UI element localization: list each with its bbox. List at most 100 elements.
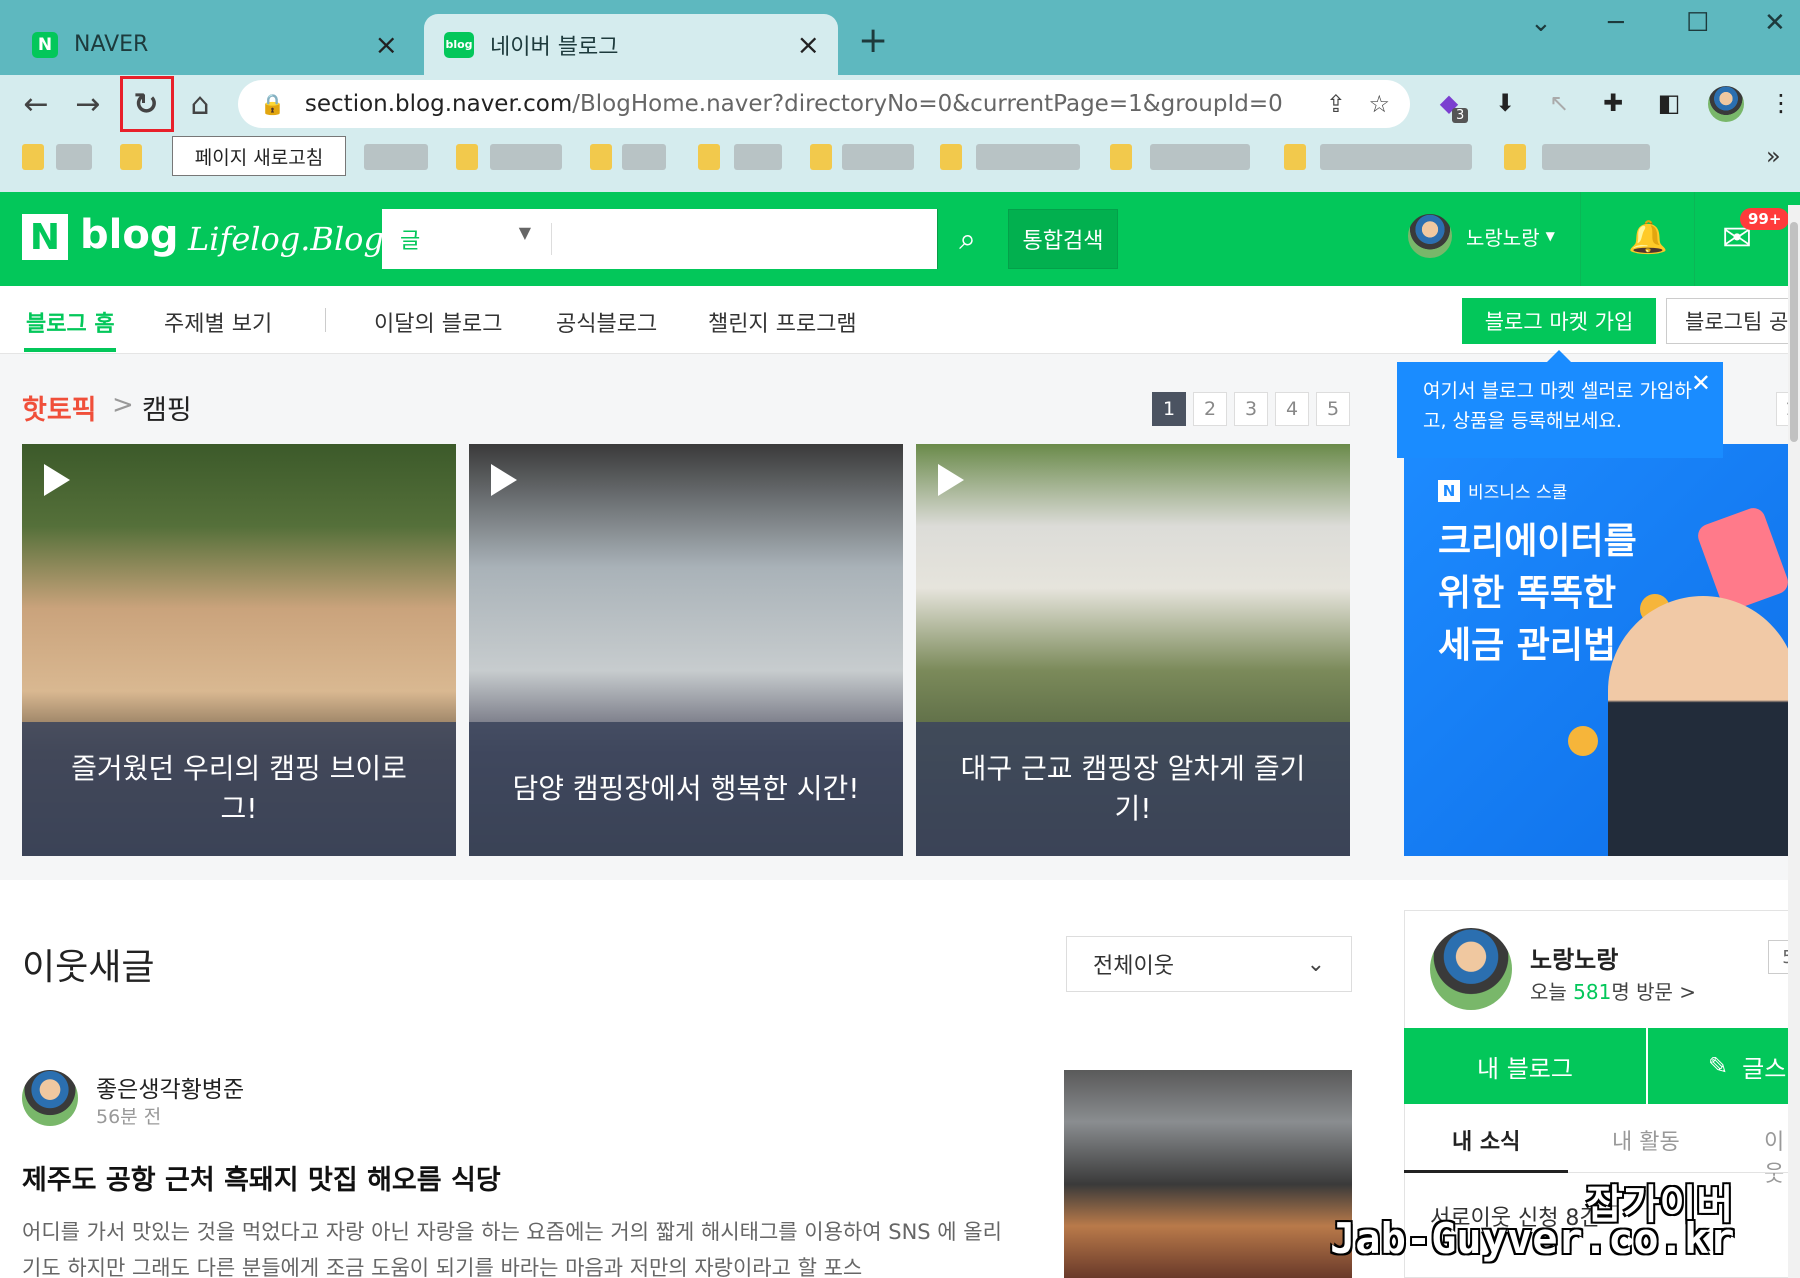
bookmark-item[interactable] — [734, 144, 782, 170]
author-avatar[interactable] — [22, 1070, 78, 1126]
download-icon[interactable]: ⬇ — [1488, 86, 1522, 120]
write-label: 글스 — [1742, 1054, 1787, 1083]
bookmark-folder-icon[interactable] — [22, 144, 44, 170]
bookmark-folder-icon[interactable] — [1284, 144, 1306, 170]
bookmark-item[interactable] — [1320, 144, 1472, 170]
cursor-extension-icon[interactable]: ↖ — [1542, 86, 1576, 120]
page-4[interactable]: 4 — [1275, 392, 1309, 426]
page-5[interactable]: 5 — [1316, 392, 1350, 426]
profile-avatar[interactable] — [1430, 928, 1512, 1010]
blog-favicon-icon: blog — [444, 31, 474, 58]
hot-topic-card[interactable]: 즐거웠던 우리의 캠핑 브이로그! — [22, 444, 456, 856]
bookmark-folder-icon[interactable] — [1504, 144, 1526, 170]
play-icon — [938, 464, 964, 496]
back-arrow-icon[interactable]: ← — [16, 84, 56, 124]
side-panel-icon[interactable]: ◧ — [1652, 86, 1686, 120]
close-icon[interactable]: ✕ — [1691, 368, 1711, 398]
bookmark-folder-icon[interactable] — [940, 144, 962, 170]
new-tab-button[interactable]: + — [858, 20, 888, 61]
user-menu[interactable]: 노랑노랑 ▼ — [1408, 214, 1555, 258]
forward-arrow-icon[interactable]: → — [68, 84, 108, 124]
subnav-official-blog[interactable]: 공식블로그 — [556, 306, 657, 338]
user-name: 노랑노랑 — [1466, 225, 1540, 250]
bookmark-folder-icon[interactable] — [120, 144, 142, 170]
address-bar[interactable]: 🔒 section.blog.naver.com/BlogHome.naver?… — [238, 80, 1410, 128]
url-host: section.blog.naver.com — [304, 91, 573, 117]
star-icon[interactable]: ☆ — [1368, 90, 1390, 118]
hot-topic-label[interactable]: 핫토픽 — [22, 388, 97, 427]
tab-naver[interactable]: N NAVER × — [16, 14, 416, 75]
bookmark-item[interactable] — [1150, 144, 1250, 170]
play-icon — [491, 464, 517, 496]
write-button[interactable]: ✎ 글스 — [1648, 1028, 1800, 1104]
hot-topic-card[interactable]: 담양 캠핑장에서 행복한 시간! — [469, 444, 903, 856]
tab-my-news[interactable]: 내 소식 — [1452, 1124, 1520, 1156]
visit-count[interactable]: 오늘 581명 방문 > — [1530, 976, 1696, 1005]
window-close-icon[interactable]: ✕ — [1764, 8, 1786, 38]
lifelog-logo[interactable]: Lifelog.Blog — [188, 220, 384, 258]
reload-icon[interactable]: ↻ — [126, 84, 166, 124]
share-icon[interactable]: ⇪ — [1326, 90, 1346, 118]
hot-topic-card[interactable]: 대구 근교 캠핑장 알차게 즐기기! — [916, 444, 1350, 856]
search-button[interactable]: ⌕ — [937, 209, 997, 269]
tab-my-activity[interactable]: 내 활동 — [1612, 1124, 1680, 1156]
tab-naver-blog[interactable]: blog 네이버 블로그 × — [424, 14, 838, 75]
bookmark-folder-icon[interactable] — [1110, 144, 1132, 170]
page-3[interactable]: 3 — [1234, 392, 1268, 426]
bell-icon[interactable]: 🔔 — [1628, 218, 1668, 256]
headline-line: 크리에이터를 — [1438, 521, 1637, 562]
hot-topic-category: 캠핑 — [142, 395, 192, 426]
minimize-icon[interactable]: ─ — [1608, 8, 1624, 38]
bookmark-item[interactable] — [976, 144, 1080, 170]
neighbor-filter-select[interactable]: 전체이웃 ⌄ — [1066, 936, 1352, 992]
close-icon[interactable]: × — [797, 28, 820, 61]
page-1[interactable]: 1 — [1152, 392, 1186, 426]
bookmark-folder-icon[interactable] — [456, 144, 478, 170]
subnav-challenge[interactable]: 챌린지 프로그램 — [708, 306, 857, 338]
blog-logo[interactable]: blog — [80, 212, 178, 258]
blog-market-join-button[interactable]: 블로그 마켓 가입 — [1462, 298, 1656, 344]
search-category-label: 글 — [400, 229, 421, 254]
scrollbar-thumb[interactable] — [1790, 222, 1798, 442]
bookmark-item[interactable] — [842, 144, 914, 170]
maximize-icon[interactable]: ☐ — [1686, 8, 1709, 38]
search-category-select[interactable]: 글 ▼ — [382, 223, 552, 255]
bookmark-item[interactable] — [622, 144, 666, 170]
my-blog-button[interactable]: 내 블로그 — [1404, 1028, 1646, 1104]
watermark-url: Jab-Guyver.co.kr — [1330, 1214, 1735, 1263]
bookmark-folder-icon[interactable] — [590, 144, 612, 170]
bookmark-item[interactable] — [364, 144, 428, 170]
visit-number: 581 — [1573, 980, 1612, 1004]
profile-name[interactable]: 노랑노랑 — [1530, 940, 1618, 975]
card-title: 담양 캠핑장에서 행복한 시간! — [469, 722, 903, 856]
bookmark-folder-icon[interactable] — [810, 144, 832, 170]
search-input[interactable] — [552, 209, 937, 269]
total-search-button[interactable]: 통합검색 — [1008, 209, 1118, 269]
naver-logo[interactable]: N — [22, 214, 68, 260]
divider — [1580, 192, 1581, 286]
post-author[interactable]: 좋은생각황병준 — [96, 1070, 244, 1104]
promo-banner[interactable]: N 비즈니스 스쿨 크리에이터를 위한 똑똑한 세금 관리법 — [1404, 444, 1788, 856]
page-2[interactable]: 2 — [1193, 392, 1227, 426]
tab-search-icon[interactable]: ⌄ — [1530, 8, 1552, 38]
blog-team-button[interactable]: 블로그팀 공 — [1666, 298, 1800, 344]
subnav-topics[interactable]: 주제별 보기 — [164, 306, 272, 338]
more-bookmarks-icon[interactable]: » — [1766, 142, 1781, 170]
neighbors-title: 이웃새글 — [22, 947, 155, 988]
menu-icon[interactable]: ⋮ — [1764, 86, 1798, 120]
profile-avatar[interactable] — [1708, 86, 1744, 122]
bookmark-item[interactable] — [490, 144, 562, 170]
bookmark-folder-icon[interactable] — [698, 144, 720, 170]
puzzle-icon[interactable]: ✚ — [1596, 86, 1630, 120]
close-icon[interactable]: × — [375, 28, 398, 61]
market-tooltip: 여기서 블로그 마켓 셀러로 가입하고, 상품을 등록해보세요. ✕ — [1397, 350, 1723, 458]
card-title: 대구 근교 캠핑장 알차게 즐기기! — [916, 722, 1350, 856]
post-excerpt[interactable]: 어디를 가서 맛있는 것을 먹었다고 자랑 아닌 자랑을 하는 요즘에는 거의 … — [22, 1214, 1002, 1278]
subnav-blog-home[interactable]: 블로그 홈 — [26, 306, 115, 338]
subnav-monthly-blog[interactable]: 이달의 블로그 — [374, 306, 502, 338]
post-title[interactable]: 제주도 공항 근처 흑돼지 맛집 해오름 식당 — [22, 1158, 501, 1197]
bookmark-item[interactable] — [1542, 144, 1650, 170]
bookmark-item[interactable] — [56, 144, 92, 170]
post-thumbnail[interactable] — [1064, 1070, 1352, 1278]
home-icon[interactable]: ⌂ — [180, 84, 220, 124]
